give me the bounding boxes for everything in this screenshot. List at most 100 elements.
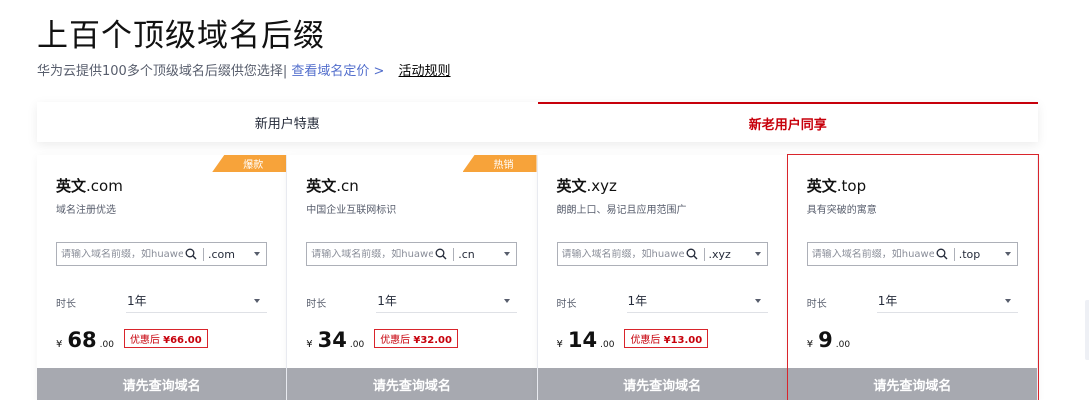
caret-down-icon (254, 298, 260, 303)
suffix-select[interactable]: .com (208, 248, 266, 261)
domain-search-box: .xyz (556, 242, 768, 266)
promo-label: 优惠后 (129, 334, 160, 346)
card-title: 英文.top (807, 175, 866, 196)
promo-price-badge: 优惠后 ¥66.00 (123, 328, 208, 348)
currency-symbol: ¥ (806, 339, 814, 350)
caret-down-icon (504, 298, 511, 303)
search-divider (453, 247, 455, 261)
duration-label: 时长 (806, 299, 827, 310)
card-title-prefix: 英文 (556, 177, 587, 195)
domain-card-com: 爆款 英文.com 域名注册优选 .com 时长 1年 ¥ (37, 155, 288, 400)
duration-select[interactable]: 1年 (876, 289, 1018, 313)
tab-new-users[interactable]: 新用户特惠 (37, 102, 538, 142)
hot-badge: 热销 (462, 155, 537, 172)
price-decimal: .00 (99, 340, 114, 350)
card-title-tld: .cn (336, 177, 359, 195)
domain-search-box: .com (56, 242, 267, 266)
suffix-value: .cn (458, 247, 475, 261)
domain-card-xyz: 英文.xyz 朗朗上口、易记且应用范围广 .xyz 时长 1年 ¥ (537, 155, 788, 400)
price-row: ¥ 14 .00 优惠后 ¥13.00 (557, 328, 709, 352)
caret-down-icon (254, 252, 260, 256)
price-integer: 9 (818, 328, 833, 352)
card-description: 域名注册优选 (56, 205, 116, 216)
search-icon[interactable] (934, 246, 950, 262)
search-divider (203, 247, 204, 261)
domain-search-box: .cn (306, 242, 518, 266)
card-title-prefix: 英文 (56, 177, 87, 195)
caret-down-icon (1004, 298, 1011, 303)
search-divider (953, 247, 955, 261)
domain-search-input[interactable] (307, 248, 434, 260)
card-description: 具有突破的寓意 (806, 205, 877, 216)
currency-symbol: ¥ (56, 339, 63, 350)
duration-select[interactable]: 1年 (126, 289, 267, 313)
duration-value: 1年 (377, 294, 397, 308)
suffix-select[interactable]: .top (959, 248, 1017, 261)
card-title-tld: .top (836, 177, 867, 195)
domain-promo-page: 上百个顶级域名后缀 华为云提供100多个顶级域名后缀供您选择| 查看域名定价 >… (0, 0, 1089, 400)
promo-price: ¥13.00 (663, 334, 703, 346)
price-integer: 34 (317, 328, 347, 352)
caret-down-icon (1004, 252, 1011, 256)
duration-select[interactable]: 1年 (376, 289, 518, 313)
floating-sidebar-edge[interactable] (1085, 300, 1089, 360)
suffix-select[interactable]: .xyz (709, 248, 767, 261)
card-title-prefix: 英文 (306, 177, 337, 195)
domain-card-cn: 热销 英文.cn 中国企业互联网标识 .cn 时长 1年 ¥ (287, 155, 538, 400)
price-decimal: .00 (349, 340, 365, 350)
card-description: 中国企业互联网标识 (306, 205, 397, 216)
caret-down-icon (754, 298, 761, 303)
price-decimal: .00 (600, 340, 615, 350)
domain-card-top: 英文.top 具有突破的寓意 .top 时长 1年 ¥ 9 (786, 154, 1040, 400)
page-subtitle: 华为云提供100多个顶级域名后缀供您选择| 查看域名定价 > 活动规则 (37, 60, 451, 79)
promo-price: ¥32.00 (413, 334, 452, 346)
query-first-button[interactable]: 请先查询域名 (287, 368, 537, 400)
promo-price-badge: 优惠后 ¥32.00 (374, 328, 458, 348)
currency-symbol: ¥ (306, 339, 313, 350)
duration-label: 时长 (556, 299, 577, 310)
card-title: 英文.cn (306, 175, 359, 196)
domain-cards: 爆款 英文.com 域名注册优选 .com 时长 1年 ¥ (37, 154, 1040, 400)
search-icon[interactable] (433, 246, 449, 262)
card-title: 英文.xyz (557, 175, 617, 196)
search-icon[interactable] (684, 246, 700, 262)
duration-value: 1年 (877, 294, 898, 308)
duration-select[interactable]: 1年 (626, 289, 768, 313)
price-integer: 14 (567, 328, 598, 352)
query-first-button[interactable]: 请先查询域名 (37, 368, 287, 400)
duration-value: 1年 (627, 294, 648, 308)
query-first-button[interactable]: 请先查询域名 (537, 368, 787, 400)
rules-link[interactable]: 活动规则 (399, 64, 451, 79)
promo-price: ¥66.00 (163, 334, 202, 346)
price-decimal: .00 (835, 340, 851, 350)
user-type-tabs: 新用户特惠 新老用户同享 (37, 102, 1038, 142)
suffix-select[interactable]: .cn (458, 248, 516, 261)
domain-search-input[interactable] (807, 248, 934, 260)
pricing-link[interactable]: 查看域名定价 > (291, 64, 384, 79)
promo-price-badge: 优惠后 ¥13.00 (624, 328, 709, 348)
query-first-button[interactable]: 请先查询域名 (787, 368, 1037, 400)
price-row: ¥ 9 .00 (807, 328, 850, 352)
card-title: 英文.com (56, 175, 123, 196)
price-row: ¥ 68 .00 优惠后 ¥66.00 (56, 328, 208, 352)
card-title-prefix: 英文 (806, 177, 837, 195)
price-integer: 68 (67, 328, 97, 352)
tab-all-users[interactable]: 新老用户同享 (537, 102, 1038, 142)
domain-search-input[interactable] (57, 248, 183, 260)
hot-badge: 爆款 (212, 155, 287, 172)
suffix-value: .top (958, 247, 981, 261)
caret-down-icon (504, 252, 511, 256)
card-title-tld: .com (86, 177, 123, 195)
duration-label: 时长 (306, 299, 327, 310)
subtitle-text: 华为云提供100多个顶级域名后缀供您选择| (37, 64, 288, 79)
search-icon[interactable] (183, 246, 199, 262)
domain-search-input[interactable] (557, 248, 684, 260)
search-divider (703, 247, 705, 261)
caret-down-icon (754, 252, 761, 256)
promo-label: 优惠后 (630, 334, 661, 346)
card-description: 朗朗上口、易记且应用范围广 (556, 205, 687, 216)
suffix-value: .com (208, 247, 235, 261)
page-title: 上百个顶级域名后缀 (37, 18, 325, 54)
suffix-value: .xyz (708, 247, 731, 261)
currency-symbol: ¥ (556, 339, 563, 350)
